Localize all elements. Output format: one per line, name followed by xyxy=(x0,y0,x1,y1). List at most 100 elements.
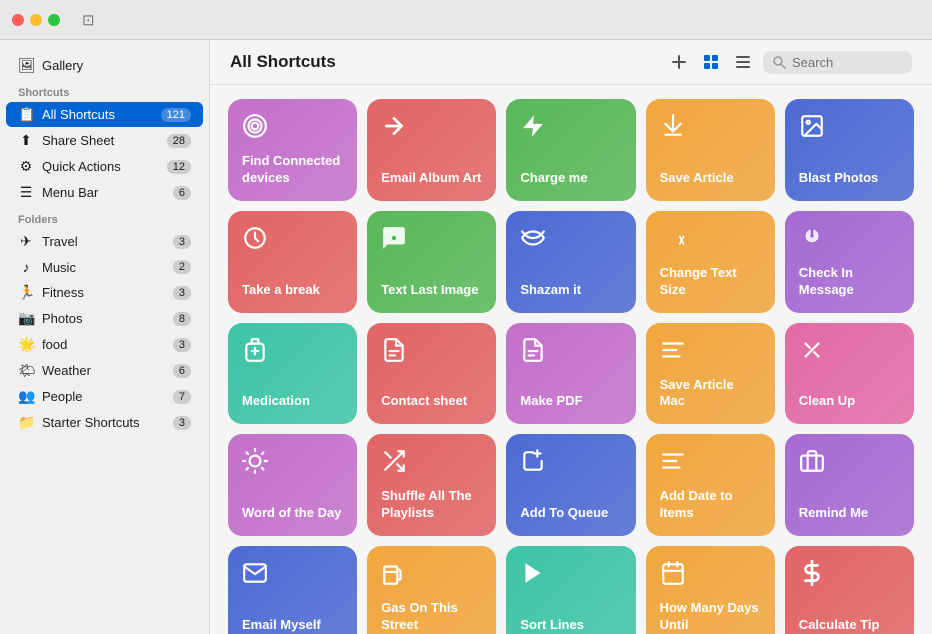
shortcut-card-add-date-to-items[interactable]: Add Date to Items xyxy=(646,434,775,536)
shortcut-card-save-article-mac[interactable]: Save Article Mac xyxy=(646,323,775,425)
shortcut-card-shazam-it[interactable]: Shazam it xyxy=(506,211,635,313)
sidebar-item-photos[interactable]: 📷 Photos 8 xyxy=(6,306,203,331)
music-badge: 2 xyxy=(173,260,191,274)
add-button[interactable] xyxy=(667,50,691,74)
sidebar-item-people[interactable]: 👥 People 7 xyxy=(6,384,203,409)
weather-badge: 6 xyxy=(173,364,191,378)
people-label: People xyxy=(42,389,173,404)
shortcut-card-blast-photos[interactable]: Blast Photos xyxy=(785,99,914,201)
check-in-message-icon xyxy=(799,225,900,257)
maximize-button[interactable] xyxy=(48,14,60,26)
fitness-icon: 🏃 xyxy=(18,284,34,301)
shazam-it-label: Shazam it xyxy=(520,282,621,299)
shortcut-card-email-album-art[interactable]: Email Album Art xyxy=(367,99,496,201)
shortcut-card-clean-up[interactable]: Clean Up xyxy=(785,323,914,425)
shortcut-card-find-connected-devices[interactable]: Find Connected devices xyxy=(228,99,357,201)
add-to-queue-icon xyxy=(520,448,621,480)
shortcut-card-charge-me[interactable]: Charge me xyxy=(506,99,635,201)
take-a-break-icon xyxy=(242,225,343,257)
shortcut-card-save-article[interactable]: Save Article xyxy=(646,99,775,201)
remind-me-label: Remind Me xyxy=(799,505,900,522)
medication-label: Medication xyxy=(242,393,343,410)
text-last-image-label: Text Last Image xyxy=(381,282,482,299)
people-icon: 👥 xyxy=(18,388,34,405)
photos-icon: 📷 xyxy=(18,310,34,327)
shortcut-card-check-in-message[interactable]: Check In Message xyxy=(785,211,914,313)
gallery-icon: 🖼 xyxy=(18,57,34,74)
shortcut-card-take-a-break[interactable]: Take a break xyxy=(228,211,357,313)
shuffle-all-playlists-icon xyxy=(381,448,482,480)
sort-lines-icon xyxy=(520,560,621,592)
music-label: Music xyxy=(42,260,173,275)
add-to-queue-label: Add To Queue xyxy=(520,505,621,522)
share-sheet-badge: 28 xyxy=(167,134,191,148)
sidebar-item-menu-bar[interactable]: ☰ Menu Bar 6 xyxy=(6,180,203,205)
sidebar-item-starter-shortcuts[interactable]: 📁 Starter Shortcuts 3 xyxy=(6,410,203,435)
travel-badge: 3 xyxy=(173,235,191,249)
sidebar-item-fitness[interactable]: 🏃 Fitness 3 xyxy=(6,280,203,305)
email-myself-icon xyxy=(242,560,343,592)
check-in-message-label: Check In Message xyxy=(799,265,900,299)
text-last-image-icon xyxy=(381,225,482,257)
shortcut-card-text-last-image[interactable]: Text Last Image xyxy=(367,211,496,313)
shortcut-card-contact-sheet[interactable]: Contact sheet xyxy=(367,323,496,425)
search-input[interactable] xyxy=(792,55,902,70)
gallery-label: Gallery xyxy=(42,58,191,73)
shortcut-card-make-pdf[interactable]: Make PDF xyxy=(506,323,635,425)
shortcut-card-email-myself[interactable]: Email Myself xyxy=(228,546,357,634)
sort-lines-label: Sort Lines xyxy=(520,617,621,634)
photos-label: Photos xyxy=(42,311,173,326)
shortcut-card-calculate-tip[interactable]: Calculate Tip xyxy=(785,546,914,634)
food-badge: 3 xyxy=(173,338,191,352)
shortcut-card-word-of-the-day[interactable]: Word of the Day xyxy=(228,434,357,536)
shortcut-card-gas-on-this-street[interactable]: Gas On This Street xyxy=(367,546,496,634)
sidebar-item-quick-actions[interactable]: ⚙ Quick Actions 12 xyxy=(6,154,203,179)
grid-view-button[interactable] xyxy=(699,50,723,74)
sidebar-item-all-shortcuts[interactable]: 📋 All Shortcuts 121 xyxy=(6,102,203,127)
clean-up-label: Clean Up xyxy=(799,393,900,410)
header-actions xyxy=(667,50,912,74)
sidebar-item-travel[interactable]: ✈ Travel 3 xyxy=(6,229,203,254)
all-shortcuts-label: All Shortcuts xyxy=(42,107,161,122)
charge-me-icon xyxy=(520,113,621,145)
minimize-button[interactable] xyxy=(30,14,42,26)
sidebar-item-food[interactable]: 🌟 food 3 xyxy=(6,332,203,357)
page-title: All Shortcuts xyxy=(230,52,667,72)
sidebar-item-weather[interactable]: 🌤 Weather 6 xyxy=(6,358,203,383)
shortcuts-section-header: Shortcuts xyxy=(0,79,209,101)
shortcut-card-remind-me[interactable]: Remind Me xyxy=(785,434,914,536)
shortcut-card-sort-lines[interactable]: Sort Lines xyxy=(506,546,635,634)
starter-label: Starter Shortcuts xyxy=(42,415,173,430)
email-album-art-icon xyxy=(381,113,482,145)
shortcut-card-medication[interactable]: Medication xyxy=(228,323,357,425)
save-article-label: Save Article xyxy=(660,170,761,187)
list-view-button[interactable] xyxy=(731,50,755,74)
blast-photos-icon xyxy=(799,113,900,145)
quick-actions-icon: ⚙ xyxy=(18,158,34,175)
how-many-days-until-label: How Many Days Until xyxy=(660,600,761,634)
sidebar-toggle-icon[interactable]: ⊡ xyxy=(82,11,95,29)
close-button[interactable] xyxy=(12,14,24,26)
shortcuts-grid: Find Connected devicesEmail Album ArtCha… xyxy=(228,99,914,634)
sidebar-item-gallery[interactable]: 🖼 Gallery xyxy=(6,53,203,78)
shortcut-card-shuffle-all-playlists[interactable]: Shuffle All The Playlists xyxy=(367,434,496,536)
shortcut-card-how-many-days-until[interactable]: How Many Days Until xyxy=(646,546,775,634)
all-shortcuts-icon: 📋 xyxy=(18,106,34,123)
clean-up-icon xyxy=(799,337,900,369)
share-sheet-icon: ⬆ xyxy=(18,132,34,149)
people-badge: 7 xyxy=(173,390,191,404)
menu-bar-badge: 6 xyxy=(173,186,191,200)
weather-label: Weather xyxy=(42,363,173,378)
shortcut-card-change-text-size[interactable]: Change Text Size xyxy=(646,211,775,313)
shortcut-card-add-to-queue[interactable]: Add To Queue xyxy=(506,434,635,536)
sidebar-item-share-sheet[interactable]: ⬆ Share Sheet 28 xyxy=(6,128,203,153)
word-of-the-day-label: Word of the Day xyxy=(242,505,343,522)
contact-sheet-icon xyxy=(381,337,482,369)
save-article-icon xyxy=(660,113,761,145)
starter-badge: 3 xyxy=(173,416,191,430)
make-pdf-label: Make PDF xyxy=(520,393,621,410)
change-text-size-label: Change Text Size xyxy=(660,265,761,299)
change-text-size-icon xyxy=(660,225,761,257)
sidebar-item-music[interactable]: ♪ Music 2 xyxy=(6,255,203,279)
make-pdf-icon xyxy=(520,337,621,369)
